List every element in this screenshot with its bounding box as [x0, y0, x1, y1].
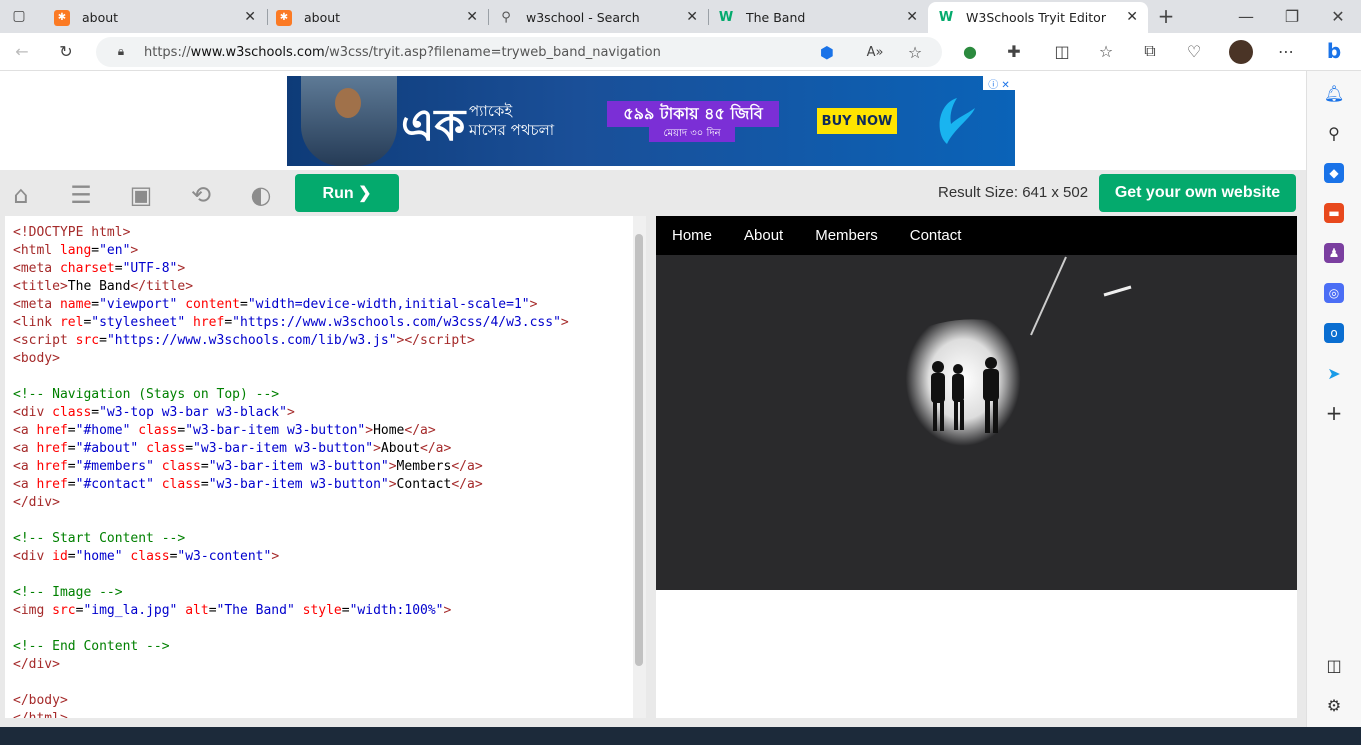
tab-strip: ▢ ✱ about ✕ ✱ about ✕ ⚲ w3school - Searc…: [0, 0, 1361, 33]
rotate-icon[interactable]: ⟲: [186, 180, 216, 210]
home-icon[interactable]: ⌂: [6, 180, 36, 210]
tab-about-1[interactable]: ✱ about ✕: [44, 2, 266, 33]
tab-tryit-editor[interactable]: W W3Schools Tryit Editor ✕: [928, 2, 1148, 33]
tools-icon[interactable]: ▬: [1324, 203, 1344, 223]
result-size: Result Size: 641 x 502: [938, 184, 1089, 201]
browser-essentials-icon[interactable]: ●: [960, 41, 980, 61]
m365-icon[interactable]: ◎: [1324, 283, 1344, 303]
tab-title: w3school - Search: [526, 10, 640, 25]
w3schools-icon: W: [718, 10, 734, 25]
save-icon[interactable]: ▣: [126, 180, 156, 210]
send-icon[interactable]: ➤: [1324, 363, 1344, 383]
more-icon[interactable]: ⋯: [1276, 41, 1296, 61]
band-image: [656, 255, 1297, 590]
close-icon[interactable]: ✕: [686, 9, 698, 25]
nav-about[interactable]: About: [728, 216, 799, 255]
url-domain: www.w3schools.com: [190, 44, 325, 60]
result-frame: Home About Members Contact: [656, 216, 1297, 718]
w3schools-icon: W: [938, 10, 954, 25]
tab-title: about: [82, 10, 119, 25]
extension-badge-icon[interactable]: ⬢: [818, 43, 836, 62]
tab-actions-icon[interactable]: ▢: [8, 6, 30, 26]
contrast-icon[interactable]: ◐: [246, 180, 276, 210]
restore-icon[interactable]: ❐: [1282, 6, 1302, 26]
windows-taskbar: [0, 727, 1361, 745]
tab-about-2[interactable]: ✱ about ✕: [266, 2, 488, 33]
lock-icon: 🔒︎: [117, 43, 125, 58]
split-screen-icon[interactable]: ◫: [1052, 41, 1072, 61]
minimize-icon[interactable]: —: [1236, 6, 1256, 26]
nav-home[interactable]: Home: [656, 216, 728, 255]
result-navbar: Home About Members Contact: [656, 216, 1297, 255]
nav-contact[interactable]: Contact: [894, 216, 978, 255]
scrollbar-thumb[interactable]: [635, 234, 643, 666]
url-prefix: https://: [144, 44, 191, 60]
get-your-own-website-button[interactable]: Get your own website: [1099, 174, 1296, 212]
nav-members[interactable]: Members: [799, 216, 894, 255]
search-icon[interactable]: ⚲: [1324, 123, 1344, 143]
xampp-icon: ✱: [54, 9, 70, 26]
new-tab-icon[interactable]: +: [1156, 4, 1176, 28]
ad-buy-button[interactable]: BUY NOW: [817, 108, 897, 134]
back-icon[interactable]: ←: [12, 41, 32, 61]
tab-title: The Band: [746, 10, 806, 25]
url-path: /w3css/tryit.asp?filename=tryweb_band_na…: [324, 44, 661, 60]
tryit-toolbar: ⌂ ☰ ▣ ⟲ ◐ Run ❯ Result Size: 641 x 502 G…: [0, 170, 1306, 216]
close-icon[interactable]: ✕: [244, 9, 256, 25]
tab-the-band[interactable]: W The Band ✕: [708, 2, 928, 33]
editor-scrollbar[interactable]: [633, 216, 646, 718]
shopping-tag-icon[interactable]: ◆: [1324, 163, 1344, 183]
performance-icon[interactable]: ♡: [1184, 41, 1204, 61]
ad-area: এক প্যাকেই মাসের পথচলা ৫৯৯ টাকায় ৪৫ জিবি…: [0, 71, 1306, 170]
ad-validity: মেয়াদ ৩০ দিন: [649, 126, 735, 142]
favorite-star-icon[interactable]: ☆: [906, 43, 924, 62]
band-image-scene: [905, 256, 1132, 453]
refresh-icon[interactable]: ↻: [56, 41, 76, 61]
ad-offer: ৫৯৯ টাকায় ৪৫ জিবি: [607, 101, 779, 127]
ad-person-image: [301, 76, 397, 166]
search-icon: ⚲: [501, 10, 511, 25]
extensions-icon[interactable]: ✚: [1004, 41, 1024, 61]
tab-title: W3Schools Tryit Editor: [966, 10, 1106, 25]
tab-search[interactable]: ⚲ w3school - Search ✕: [488, 2, 708, 33]
close-icon[interactable]: ✕: [906, 9, 918, 25]
outlook-icon[interactable]: o: [1324, 323, 1344, 343]
code-text[interactable]: <!DOCTYPE html> <html lang="en"> <meta c…: [13, 224, 569, 718]
close-icon[interactable]: ✕: [466, 9, 478, 25]
ad-banner[interactable]: এক প্যাকেই মাসের পথচলা ৫৯৯ টাকায় ৪৫ জিবি…: [287, 76, 1015, 166]
bell-icon[interactable]: 🔔︎: [1324, 83, 1344, 103]
tab-title: about: [304, 10, 341, 25]
ad-choices-icon[interactable]: ⓘ ✕: [983, 76, 1015, 91]
settings-icon[interactable]: ⚙: [1324, 695, 1344, 715]
games-icon[interactable]: ♟: [1324, 243, 1344, 263]
run-button[interactable]: Run ❯: [295, 174, 399, 212]
address-bar-row: ← ↻ 🔒︎ https://www.w3schools.com/w3css/t…: [0, 33, 1361, 71]
ad-subtitle: প্যাকেই মাসের পথচলা: [469, 102, 554, 140]
close-icon[interactable]: ✕: [1126, 9, 1138, 25]
menu-icon[interactable]: ☰: [66, 180, 96, 210]
code-editor[interactable]: <!DOCTYPE html> <html lang="en"> <meta c…: [5, 216, 646, 718]
favorites-icon[interactable]: ☆: [1096, 41, 1116, 61]
panel-icon[interactable]: ◫: [1324, 655, 1344, 675]
ad-subtitle-line-1: প্যাকেই: [469, 102, 513, 120]
avatar[interactable]: [1229, 40, 1253, 64]
ad-headline: এক: [401, 100, 466, 151]
page-content: এক প্যাকেই মাসের পথচলা ৫৯৯ টাকায় ৪৫ জিবি…: [0, 71, 1306, 727]
ad-subtitle-line-2: মাসের পথচলা: [469, 121, 555, 139]
close-window-icon[interactable]: ✕: [1328, 6, 1348, 26]
copilot-icon[interactable]: b: [1320, 37, 1348, 65]
add-icon[interactable]: +: [1324, 401, 1344, 425]
collections-icon[interactable]: ⧉: [1140, 41, 1160, 61]
edge-sidebar: 🔔︎ ⚲ ◆ ▬ ♟ ◎ o ➤ + ◫ ⚙: [1306, 71, 1361, 727]
xampp-icon: ✱: [276, 9, 292, 26]
address-input[interactable]: 🔒︎ https://www.w3schools.com/w3css/tryit…: [96, 37, 942, 67]
read-aloud-icon[interactable]: A»: [866, 43, 884, 61]
grameenphone-logo-icon: [939, 98, 975, 144]
